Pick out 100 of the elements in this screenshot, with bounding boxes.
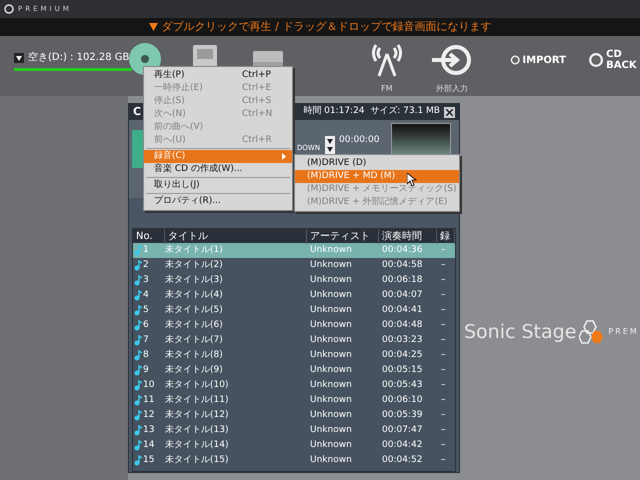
record-cell: –	[441, 394, 446, 405]
free-space-label: 空き(D:) : 102.28 GB	[28, 50, 130, 65]
track-title: 未タイトル(3)	[165, 274, 223, 285]
artist-cell: Unknown	[310, 380, 352, 390]
duration-cell: 00:06:10	[382, 394, 422, 405]
music-note-icon	[134, 245, 142, 256]
artist-cell: Unknown	[310, 394, 352, 405]
track-row[interactable]: 10 未タイトル(10) Unknown 00:05:43 –	[133, 378, 455, 393]
menu-item[interactable]: 取り出し(J)	[144, 179, 292, 192]
track-row[interactable]: 7 未タイトル(7) Unknown 00:03:23 –	[133, 333, 455, 348]
track-title: 未タイトル(5)	[165, 304, 223, 315]
record-cell: –	[441, 274, 446, 285]
logo-icon	[4, 4, 14, 14]
track-row[interactable]: 5 未タイトル(5) Unknown 00:04:41 –	[133, 303, 455, 318]
track-number: 10	[143, 378, 154, 392]
music-note-icon	[134, 350, 142, 361]
menu-item[interactable]: 音楽 CD の作成(W)...	[144, 163, 292, 176]
artist-cell: Unknown	[310, 410, 352, 420]
track-row[interactable]: 8 未タイトル(8) Unknown 00:04:25 –	[133, 348, 455, 363]
import-button[interactable]: IMPORT	[510, 49, 566, 71]
record-cell: –	[441, 454, 446, 465]
artist-cell: Unknown	[310, 364, 352, 375]
track-title: 未タイトル(10)	[165, 380, 228, 390]
triangle-icon	[148, 23, 158, 31]
record-cell: –	[441, 244, 446, 255]
artist-cell: Unknown	[310, 454, 352, 465]
duration-cell: 00:07:47	[382, 424, 422, 435]
record-cell: –	[441, 440, 446, 450]
music-note-icon	[134, 260, 142, 271]
track-title: 未タイトル(4)	[165, 290, 223, 300]
track-title: 未タイトル(1)	[165, 244, 223, 255]
record-cell: –	[441, 320, 446, 330]
input-arrow-icon[interactable]	[432, 44, 472, 76]
track-row[interactable]: 12 未タイトル(12) Unknown 00:05:39 –	[133, 408, 455, 423]
submenu-arrow-icon	[282, 153, 286, 160]
logo-icon	[579, 319, 606, 346]
record-cell: –	[441, 410, 446, 420]
music-note-icon	[134, 425, 142, 436]
music-note-icon	[134, 290, 142, 301]
track-row[interactable]: 13 未タイトル(13) Unknown 00:07:47 –	[133, 423, 455, 438]
record-cell: –	[441, 364, 446, 375]
track-row[interactable]: 11 未タイトル(11) Unknown 00:06:10 –	[133, 393, 455, 408]
music-note-icon	[134, 335, 142, 346]
track-number: 8	[143, 348, 149, 362]
music-note-icon	[134, 305, 142, 316]
artist-cell: Unknown	[310, 274, 352, 285]
music-note-icon	[134, 440, 142, 451]
track-number: 12	[143, 408, 154, 422]
artist-cell: Unknown	[310, 304, 352, 315]
track-title: 未タイトル(6)	[165, 320, 223, 330]
antenna-icon[interactable]	[372, 44, 402, 78]
duration-cell: 00:06:18	[382, 274, 422, 285]
duration-cell: 00:04:48	[382, 320, 422, 330]
track-row[interactable]: 15 未タイトル(15) Unknown 00:04:52 –	[133, 453, 455, 468]
artist-cell: Unknown	[310, 440, 352, 450]
record-cell: –	[441, 304, 446, 315]
track-number: 13	[143, 424, 154, 437]
record-cell: –	[441, 350, 446, 360]
duration-cell: 00:04:42	[382, 440, 422, 450]
track-title: 未タイトル(11)	[165, 394, 228, 405]
artist-cell: Unknown	[310, 244, 352, 255]
track-row[interactable]: 2 未タイトル(2) Unknown 00:04:58 –	[133, 258, 455, 273]
menu-item[interactable]: (M)DRIVE (D)	[295, 157, 459, 170]
duration-cell: 00:03:23	[382, 334, 422, 345]
duration-cell: 00:04:41	[382, 304, 422, 315]
track-number: 1	[143, 244, 149, 257]
backup-button[interactable]: CD BACK	[588, 49, 640, 71]
track-title: 未タイトル(8)	[165, 350, 223, 360]
artist-cell: Unknown	[310, 424, 352, 435]
menu-item[interactable]: プロパティ(R)...	[144, 195, 292, 208]
logo-suffix: PREM	[608, 326, 639, 338]
track-title: 未タイトル(9)	[165, 364, 223, 375]
track-row[interactable]: 4 未タイトル(4) Unknown 00:04:07 –	[133, 288, 455, 303]
duration-cell: 00:04:58	[382, 260, 422, 270]
track-row[interactable]: 9 未タイトル(9) Unknown 00:05:15 –	[133, 363, 455, 378]
track-row[interactable]: 3 未タイトル(3) Unknown 00:06:18 –	[133, 273, 455, 288]
duration-cell: 00:04:52	[382, 454, 422, 465]
duration-cell: 00:04:36	[382, 244, 422, 255]
artist-cell: Unknown	[310, 334, 352, 345]
duration-cell: 00:04:07	[382, 290, 422, 300]
dropdown-icon[interactable]	[14, 52, 24, 62]
track-title: 未タイトル(13)	[165, 424, 228, 435]
music-note-icon	[134, 275, 142, 286]
mouse-cursor-icon	[407, 173, 417, 187]
music-note-icon	[134, 320, 142, 331]
track-row[interactable]: 6 未タイトル(6) Unknown 00:04:48 –	[133, 318, 455, 333]
menu-item[interactable]: 再生(P) Ctrl+P	[144, 69, 292, 82]
track-title: 未タイトル(15)	[165, 454, 228, 465]
artist-cell: Unknown	[310, 290, 352, 300]
track-number: 5	[143, 304, 149, 317]
track-row[interactable]: 14 未タイトル(14) Unknown 00:04:42 –	[133, 438, 455, 453]
notice-text: ダブルクリックで再生 / ドラッグ＆ドロップで録音画面になります	[162, 18, 492, 35]
record-cell: –	[441, 334, 446, 345]
record-cell: –	[441, 380, 446, 390]
track-number: 11	[143, 394, 154, 407]
time-display: 00:00:00	[339, 134, 380, 147]
record-cell: –	[441, 290, 446, 300]
track-number: 7	[143, 334, 149, 347]
track-number: 9	[143, 364, 149, 377]
track-number: 4	[143, 288, 149, 302]
